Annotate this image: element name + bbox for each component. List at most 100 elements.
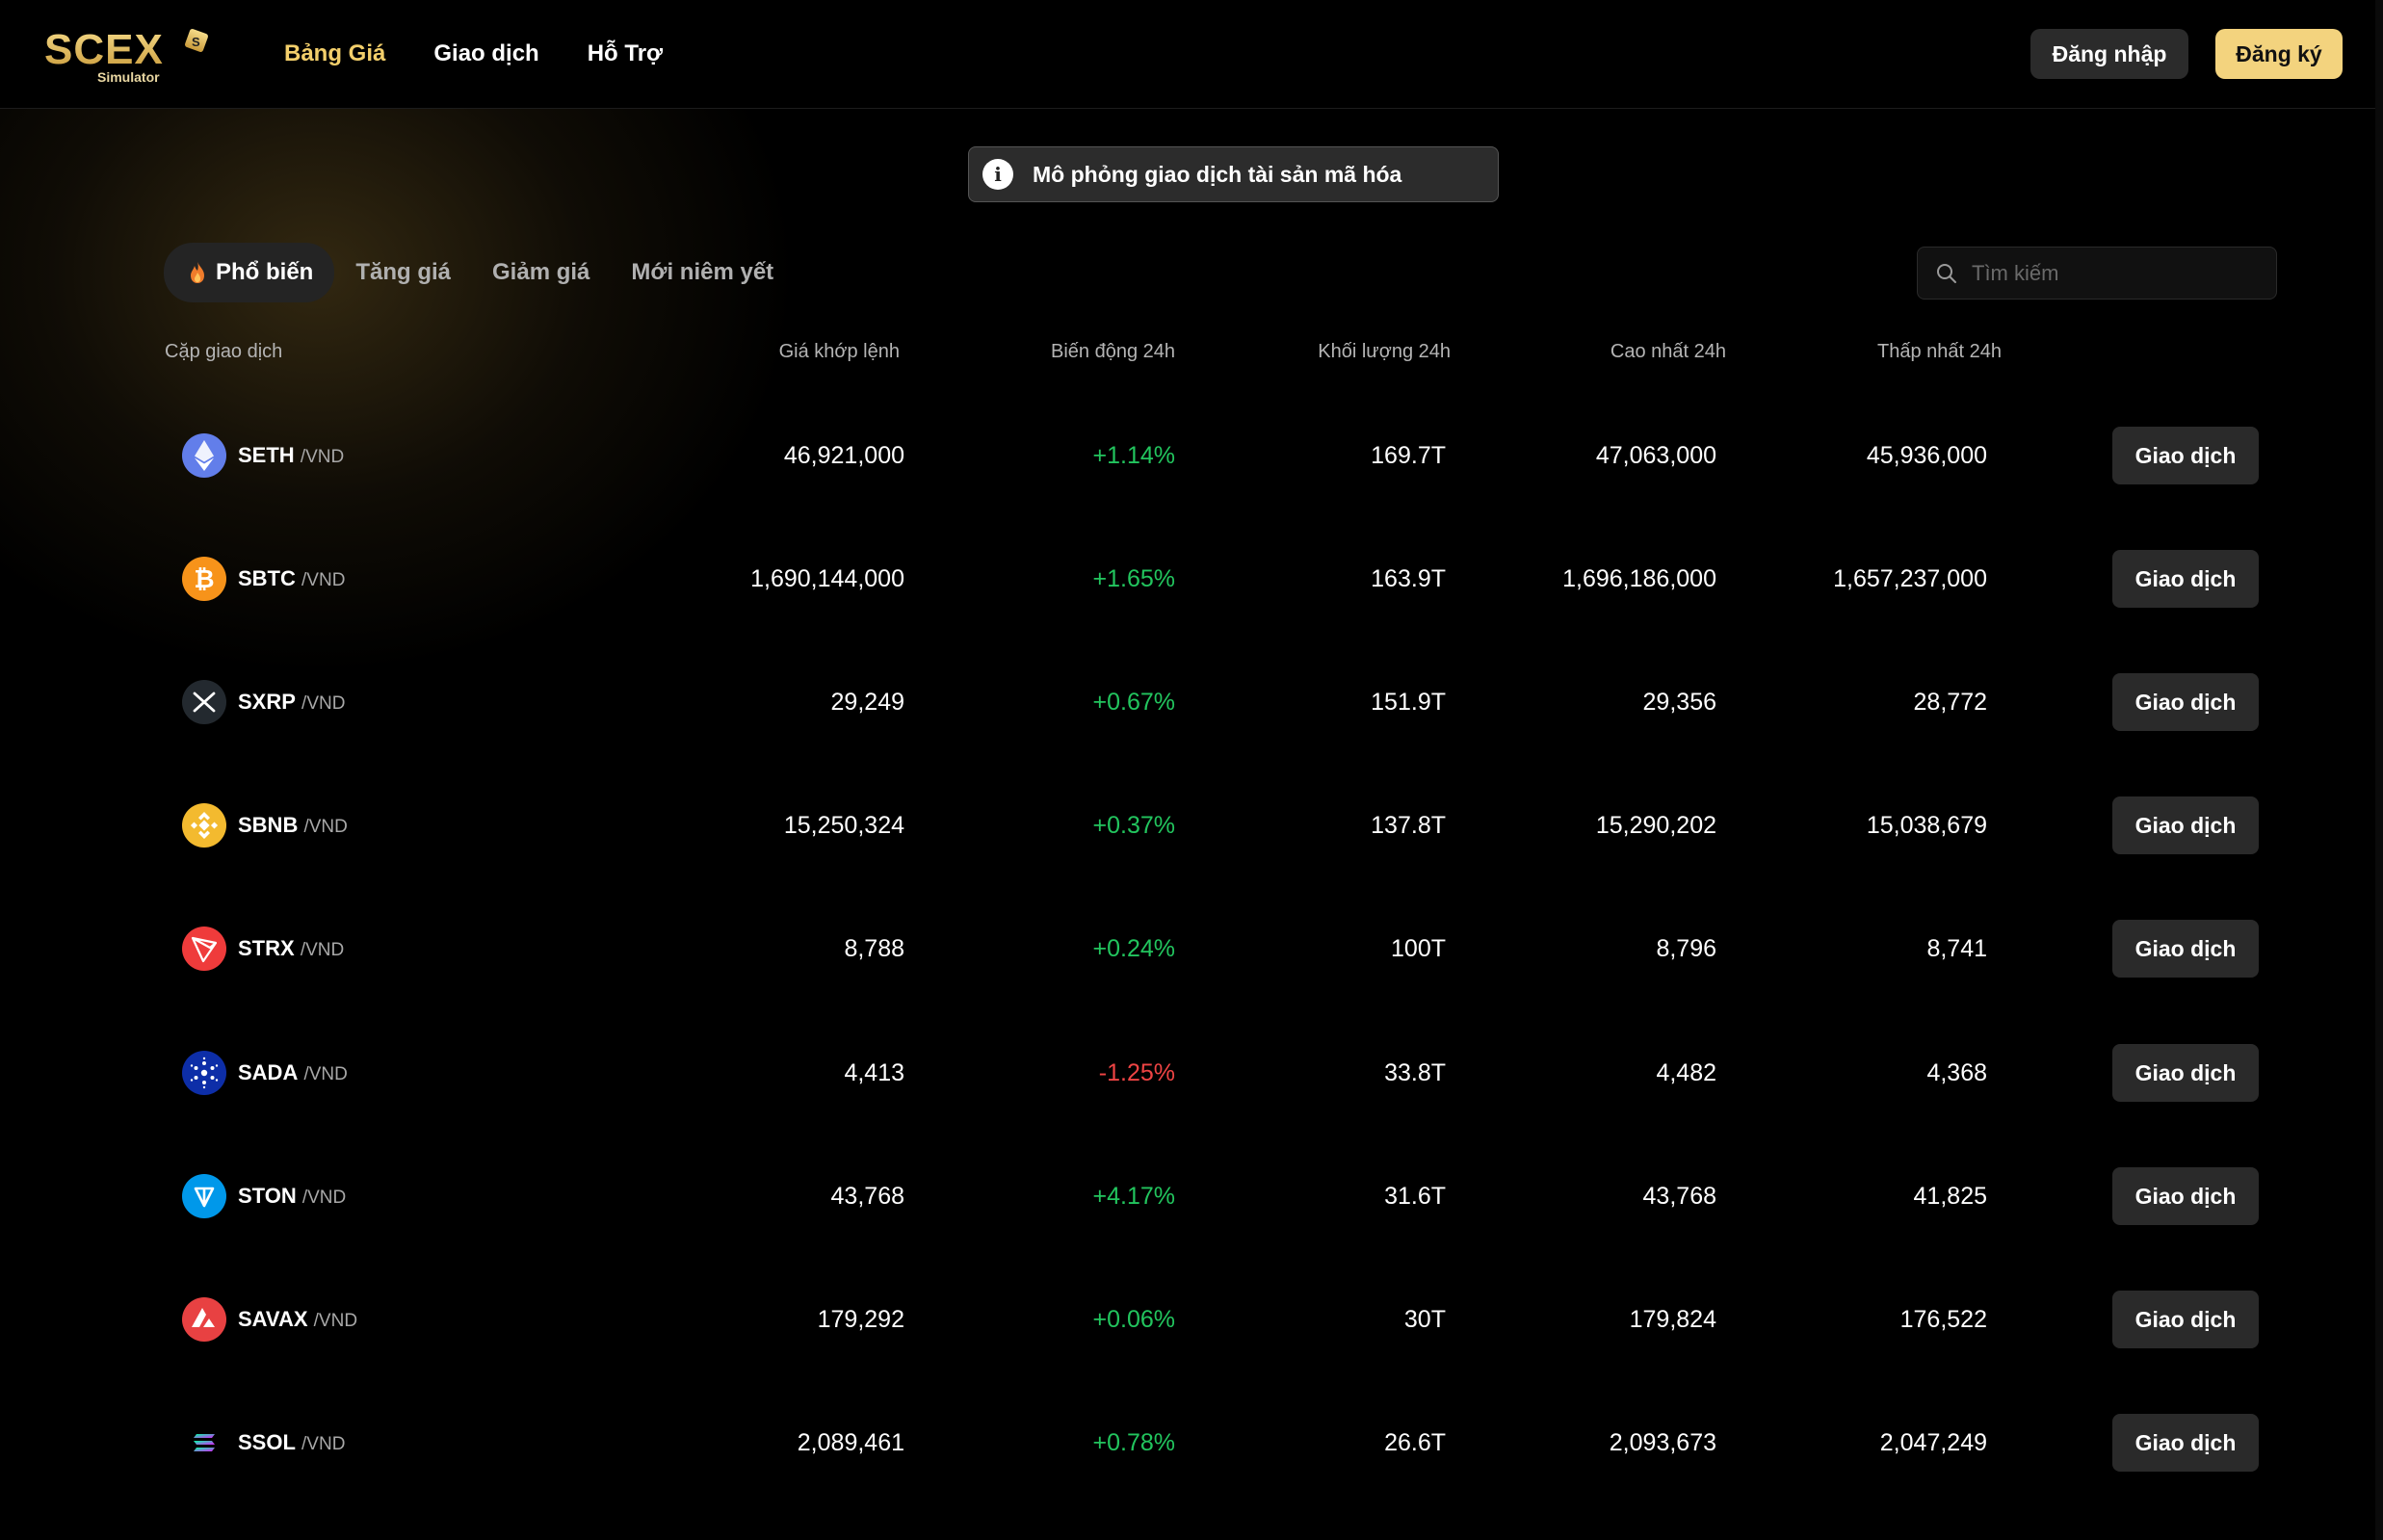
login-button[interactable]: Đăng nhập [2030,29,2188,79]
trade-button[interactable]: Giao dịch [2112,796,2259,854]
nav-ho-tro[interactable]: Hỗ Trợ [588,35,663,73]
volume-cell: 100T [1391,935,1446,962]
table-row[interactable]: SETH /VND 46,921,000 +1.14% 169.7T 47,063,00… [0,394,2383,517]
cardano-icon [182,1051,226,1095]
flame-icon [191,262,204,283]
low-cell: 4,368 [1926,1059,1987,1086]
trade-button[interactable]: Giao dịch [2112,1044,2259,1102]
change-cell: +0.37% [1092,812,1176,839]
trading-pair[interactable]: SSOL /VND [238,1428,345,1459]
table-row[interactable]: SADA /VND 4,413 -1.25% 33.8T 4,482 4,368 Giao … [0,1011,2383,1135]
col-change: Biến động 24h [1050,341,1175,362]
col-price: Giá khớp lệnh [778,341,900,362]
nav-giao-dich[interactable]: Giao dịch [433,35,538,73]
trading-pair[interactable]: SBNB /VND [238,811,348,842]
high-cell: 15,290,202 [1595,812,1716,839]
ethereum-icon [182,433,226,478]
trade-button[interactable]: Giao dịch [2112,427,2259,484]
col-high: Cao nhất 24h [1610,341,1726,362]
table-row[interactable]: SSOL /VND 2,089,461 +0.78% 26.6T 2,093,673 2,… [0,1381,2383,1504]
trading-pair[interactable]: SXRP /VND [238,688,345,718]
trade-button[interactable]: Giao dịch [2112,673,2259,731]
price-cell: 4,413 [844,1059,904,1086]
change-cell: +4.17% [1092,1183,1176,1210]
pair-symbol: SBTC [238,566,296,590]
pair-quote: /VND [300,447,345,467]
toncoin-icon [182,1174,226,1218]
trade-button[interactable]: Giao dịch [2112,1167,2259,1225]
low-cell: 41,825 [1913,1183,1987,1210]
top-header: SCEX Simulator S Bảng Giá Giao dịch Hỗ T… [0,0,2383,109]
low-cell: 2,047,249 [1879,1429,1987,1456]
high-cell: 2,093,673 [1609,1429,1716,1456]
low-cell: 15,038,679 [1866,812,1987,839]
volume-cell: 169.7T [1371,442,1446,469]
trading-pair[interactable]: STRX /VND [238,934,344,965]
change-cell: +0.06% [1092,1306,1176,1333]
col-pair: Cặp giao dịch [165,341,283,362]
notice-text: Mô phỏng giao dịch tài sản mã hóa [1033,161,1402,187]
price-cell: 1,690,144,000 [750,565,904,592]
search-input[interactable] [1972,260,2261,286]
pair-quote: /VND [301,693,346,714]
svg-text:SCEX: SCEX [44,26,164,73]
change-cell: +0.24% [1092,935,1176,962]
price-cell: 15,250,324 [783,812,904,839]
volume-cell: 26.6T [1384,1429,1446,1456]
scex-logo[interactable]: SCEX Simulator S [44,21,218,89]
trading-pair[interactable]: SADA /VND [238,1058,348,1089]
high-cell: 29,356 [1642,689,1716,716]
low-cell: 28,772 [1913,689,1987,716]
volume-cell: 137.8T [1371,812,1446,839]
info-icon: i [982,159,1013,190]
trade-button[interactable]: Giao dịch [2112,920,2259,978]
col-low: Thấp nhất 24h [1877,341,2002,362]
trade-button[interactable]: Giao dịch [2112,550,2259,608]
pair-symbol: STON [238,1184,297,1208]
svg-text:₿: ₿ [194,565,214,594]
pair-symbol: SBNB [238,813,299,837]
nav-bang-gia[interactable]: Bảng Giá [284,35,385,73]
pair-quote: /VND [303,817,348,837]
trading-pair[interactable]: STON /VND [238,1182,346,1213]
table-row[interactable]: STRX /VND 8,788 +0.24% 100T 8,796 8,741 Giao d… [0,887,2383,1010]
volume-cell: 31.6T [1384,1183,1446,1210]
table-row[interactable]: STON /VND 43,768 +4.17% 31.6T 43,768 41,825 Gi… [0,1135,2383,1258]
table-row[interactable]: SAVAX /VND 179,292 +0.06% 30T 179,824 176,522… [0,1258,2383,1381]
xrp-icon [182,680,226,724]
avalanche-icon [182,1297,226,1342]
trading-pair[interactable]: SAVAX /VND [238,1305,357,1336]
trade-button[interactable]: Giao dịch [2112,1414,2259,1472]
main-nav: Bảng Giá Giao dịch Hỗ Trợ [284,35,663,73]
tab-giam-gia[interactable]: Giảm giá [492,244,589,301]
volume-cell: 163.9T [1371,565,1446,592]
page: SCEX Simulator S Bảng Giá Giao dịch Hỗ T… [0,0,2383,1540]
high-cell: 8,796 [1656,935,1716,962]
trade-button[interactable]: Giao dịch [2112,1291,2259,1348]
tab-pho-bien[interactable]: Phổ biến [164,243,335,302]
search-box [1917,247,2277,300]
register-button[interactable]: Đăng ký [2215,29,2343,79]
trading-pair[interactable]: SETH /VND [238,441,344,472]
logo-graphic: SCEX Simulator S [44,26,208,85]
tab-moi-niem-yet[interactable]: Mới niêm yết [631,244,773,301]
low-cell: 8,741 [1926,935,1987,962]
page-scrollbar[interactable] [2375,0,2383,1540]
table-row[interactable]: SBNB /VND 15,250,324 +0.37% 137.8T 15,290,20… [0,764,2383,887]
simulation-notice: i Mô phỏng giao dịch tài sản mã hóa [968,146,1499,202]
change-cell: +1.14% [1092,442,1176,469]
trading-pair[interactable]: SBTC /VND [238,564,345,595]
table-row[interactable]: SXRP /VND 29,249 +0.67% 151.9T 29,356 28,772 G… [0,640,2383,764]
price-cell: 2,089,461 [797,1429,904,1456]
table-row[interactable]: ₿ SBTC /VND 1,690,144,000 +1.65% 163.9T 1,696… [0,517,2383,640]
change-cell: +0.78% [1092,1429,1176,1456]
tab-label: Phổ biến [216,259,314,285]
pair-quote: /VND [301,1434,346,1454]
tab-tang-gia[interactable]: Tăng giá [355,244,451,301]
high-cell: 179,824 [1629,1306,1716,1333]
high-cell: 1,696,186,000 [1562,565,1716,592]
col-volume: Khối lượng 24h [1318,341,1451,362]
pair-symbol: SXRP [238,690,296,714]
change-cell: +1.65% [1092,565,1176,592]
high-cell: 47,063,000 [1595,442,1716,469]
